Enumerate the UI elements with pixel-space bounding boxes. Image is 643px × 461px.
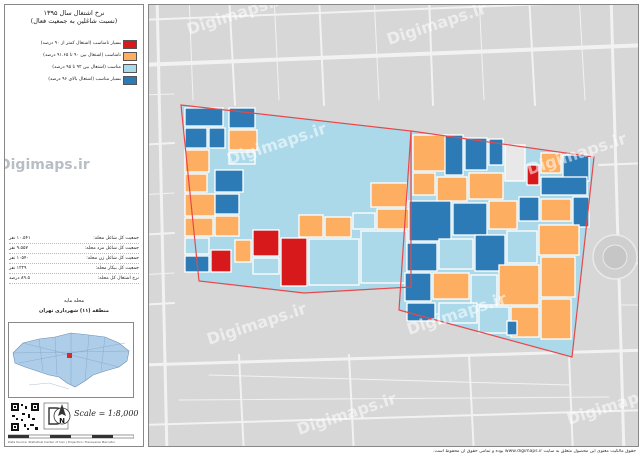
legend-swatch bbox=[123, 52, 137, 61]
legend-item-poor: نامناسب (اشتغال بین ۹۰ تا ۹۱.۶۵ درصد) bbox=[11, 52, 139, 61]
legend-label: بسیار مناسب (اشتغال بالای ۹۶ درصد) bbox=[48, 77, 121, 82]
map-layout: نرخ اشتغال سال ۱۳۹۵ (نسبت شاغلین به جمعی… bbox=[0, 0, 643, 461]
stat-label: جمعیت کل بیکار محله: bbox=[95, 266, 139, 271]
stat-row: نرخ اشتغال کل محله: ۸۹.۵ درصد bbox=[9, 275, 139, 284]
north-arrow-icon: N bbox=[53, 404, 71, 425]
legend-item-very-poor: بسیار نامناسب (اشتغال کمتر از ۹۰ درصد) bbox=[11, 40, 139, 49]
legend-item-good: مناسب (اشتغال بین ۹۲ تا ۹۵ درصد) bbox=[11, 64, 139, 73]
data-source-credit: Data Source: Statistical Center of Iran … bbox=[8, 440, 116, 444]
scale-label: Scale = 1:8,000 bbox=[74, 409, 139, 418]
legend-title: نرخ اشتغال سال ۱۳۹۵ bbox=[43, 9, 105, 17]
qr-code bbox=[10, 402, 40, 432]
stat-label: جمعیت کل شاغل مرد محله: bbox=[84, 246, 139, 251]
stat-value: ۸۹.۵ درصد bbox=[9, 276, 30, 281]
stat-value: ۱۲۲۹ نفر bbox=[9, 266, 27, 271]
sidebar-watermark: Digimaps.ir bbox=[5, 157, 90, 173]
map-canvas: Digimaps.ir Digimaps.ir Digimaps.ir Digi… bbox=[148, 4, 639, 447]
legend-swatch bbox=[123, 64, 137, 73]
legend-label: مناسب (اشتغال بین ۹۲ تا ۹۵ درصد) bbox=[52, 65, 121, 70]
location-district: منطقه (۱۱) شهرداری تهران bbox=[39, 308, 109, 314]
legend-item-very-good: بسیار مناسب (اشتغال بالای ۹۶ درصد) bbox=[11, 76, 139, 85]
copyright-footer: حقوق مالکیت معنوی این محصول متعلق به سای… bbox=[433, 449, 636, 454]
stat-value: ۹.۵۵۷ نفر bbox=[9, 246, 28, 251]
stat-row: جمعیت کل شاغل مرد محله: ۹.۵۵۷ نفر bbox=[9, 245, 139, 254]
stat-label: نرخ اشتغال کل محله: bbox=[97, 276, 139, 281]
legend-label: نامناسب (اشتغال بین ۹۰ تا ۹۱.۶۵ درصد) bbox=[43, 53, 121, 58]
legend-swatch bbox=[123, 40, 137, 49]
stat-row: جمعیت کل شاغل زن محله: ۱۰۵۴۰ نفر bbox=[9, 255, 139, 264]
stat-row: جمعیت کل شاغل محله: ۱۰.۵۴۱ نفر bbox=[9, 235, 139, 244]
study-area-marker bbox=[67, 353, 72, 358]
north-letter: N bbox=[59, 417, 65, 425]
location-neighborhood: محله مایه bbox=[63, 298, 85, 304]
legend-subtitle: (نسبت شاغلین به جمعیت فعال) bbox=[30, 17, 118, 25]
stat-row: جمعیت کل بیکار محله: ۱۲۲۹ نفر bbox=[9, 265, 139, 274]
stat-value: ۱۰۵۴۰ نفر bbox=[9, 256, 29, 261]
legend-label: بسیار نامناسب (اشتغال کمتر از ۹۰ درصد) bbox=[40, 41, 121, 46]
watermark-text: Digimaps.ir bbox=[5, 157, 90, 173]
stat-label: جمعیت کل شاغل محله: bbox=[93, 236, 139, 241]
locator-inset-map bbox=[8, 322, 134, 398]
legend-swatch bbox=[123, 76, 137, 85]
map-svg: Digimaps.ir Digimaps.ir Digimaps.ir Digi… bbox=[149, 5, 638, 446]
stat-label: جمعیت کل شاغل زن محله: bbox=[86, 256, 139, 261]
stat-value: ۱۰.۵۴۱ نفر bbox=[9, 236, 31, 241]
